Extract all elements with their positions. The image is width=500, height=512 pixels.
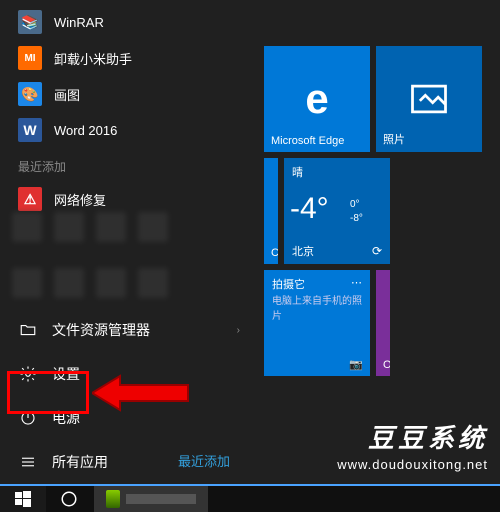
taskbar — [0, 484, 500, 512]
app-item-winrar[interactable]: 📚 WinRAR — [0, 4, 260, 40]
weather-temp: -4° — [290, 192, 329, 226]
camera-sub: 电脑上来自手机的照片 — [272, 292, 370, 322]
cortana-button[interactable] — [46, 486, 92, 512]
weather-cond: 晴 — [292, 164, 303, 180]
app-thumb-icon — [106, 490, 120, 508]
app-label: 卸载小米助手 — [54, 49, 132, 68]
app-item-paint[interactable]: 🎨 画图 — [0, 76, 260, 112]
app-label: 画图 — [54, 85, 80, 104]
start-left-panel: 📚 WinRAR MI 卸载小米助手 🎨 画图 W Word 2016 最近添加… — [0, 0, 260, 484]
settings-label: 设置 — [52, 364, 80, 384]
tile-edge[interactable]: e Microsoft Edge — [264, 46, 370, 152]
xiaomi-icon: MI — [18, 46, 42, 70]
blurred-apps — [12, 212, 192, 312]
tile-onenote-partial[interactable]: OneN — [376, 270, 390, 376]
word-icon: W — [18, 118, 42, 142]
tile-label: 照片 — [383, 131, 405, 147]
recent-label: 最近添加 — [0, 148, 260, 181]
power-label: 电源 — [52, 408, 80, 428]
app-label: WinRAR — [54, 15, 104, 30]
tile-camera[interactable]: 拍摄它 ⋯ 电脑上来自手机的照片 📷 — [264, 270, 370, 376]
bottom-menu: 文件资源管理器 › 设置 电源 所有应用 最近添加 — [0, 308, 260, 484]
file-explorer-button[interactable]: 文件资源管理器 › — [0, 308, 260, 352]
tile-weather[interactable]: 晴 -4° 0°-8° 北京 ⟳ — [284, 158, 390, 264]
windows-icon — [15, 491, 31, 507]
app-item-word[interactable]: W Word 2016 — [0, 112, 260, 148]
tile-label: Microsoft Edge — [271, 135, 344, 147]
tile-label: OneN — [383, 359, 390, 371]
file-explorer-icon — [18, 320, 38, 340]
settings-button[interactable]: 设置 — [0, 352, 260, 396]
all-apps-button[interactable]: 所有应用 最近添加 — [0, 440, 260, 484]
all-apps-label: 所有应用 — [52, 452, 108, 472]
all-apps-icon — [18, 452, 38, 472]
file-explorer-label: 文件资源管理器 — [52, 320, 150, 340]
tile-group-label — [264, 12, 500, 36]
app-list: 📚 WinRAR MI 卸载小米助手 🎨 画图 W Word 2016 最近添加… — [0, 0, 260, 217]
refresh-icon: ⟳ — [372, 244, 382, 258]
tile-photos[interactable]: 照片 — [376, 46, 482, 152]
photo-icon: 📷 — [349, 358, 363, 371]
app-label: 网络修复 — [54, 190, 106, 209]
recent-add-link[interactable]: 最近添加 — [178, 451, 230, 470]
start-button[interactable] — [0, 486, 46, 512]
weather-city: 北京 — [292, 243, 314, 259]
app-title-blur — [126, 494, 196, 504]
power-icon — [18, 408, 38, 428]
weather-detail: 0°-8° — [350, 198, 363, 226]
camera-title: 拍摄它 — [272, 276, 305, 292]
paint-icon: 🎨 — [18, 82, 42, 106]
cortana-icon — [60, 490, 78, 508]
taskbar-app[interactable] — [94, 486, 208, 512]
app-label: Word 2016 — [54, 123, 117, 138]
gear-icon — [18, 364, 38, 384]
tiles-panel: e Microsoft Edge 照片 Corta 晴 -4° 0°-8° 北京… — [260, 0, 500, 484]
tile-label: Corta — [271, 247, 278, 259]
power-button[interactable]: 电源 — [0, 396, 260, 440]
start-menu: 📚 WinRAR MI 卸载小米助手 🎨 画图 W Word 2016 最近添加… — [0, 0, 500, 484]
ellipsis-icon: ⋯ — [351, 276, 362, 289]
app-item-xiaomi[interactable]: MI 卸载小米助手 — [0, 40, 260, 76]
netrepair-icon: ⚠ — [18, 187, 42, 211]
winrar-icon: 📚 — [18, 10, 42, 34]
tile-cortana-partial[interactable]: Corta — [264, 158, 278, 264]
chevron-right-icon: › — [237, 325, 240, 336]
